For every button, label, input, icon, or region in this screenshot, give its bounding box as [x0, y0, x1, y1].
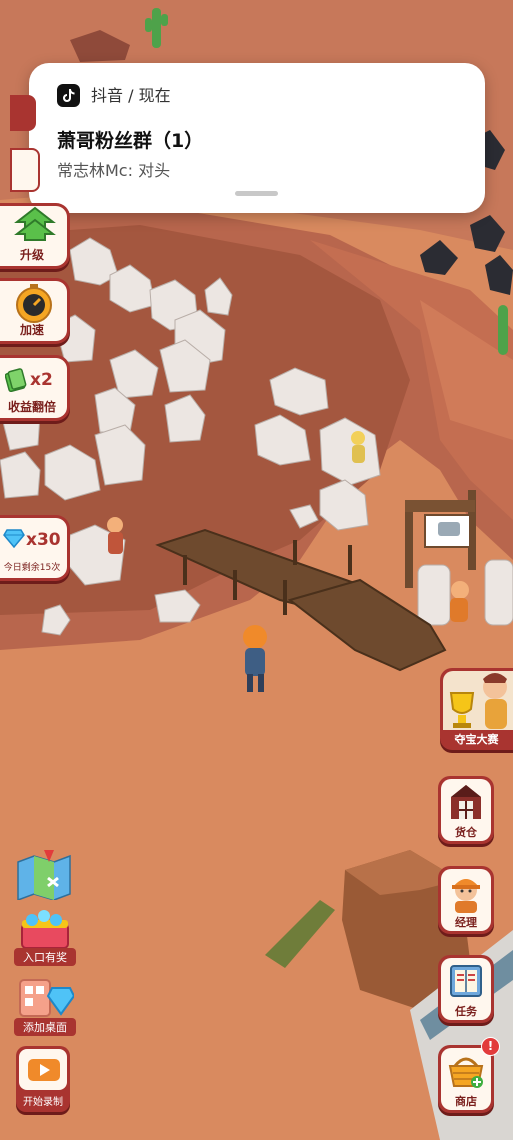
warehouse-label: 货仓	[455, 826, 477, 839]
barn-icon	[451, 785, 481, 819]
trophy-icon	[449, 673, 507, 729]
manager-label: 经理	[455, 916, 477, 929]
record-video-icon	[28, 1059, 60, 1081]
worker-icon	[452, 879, 480, 913]
fullscreen-partial-button[interactable]	[10, 148, 40, 192]
upgrade-arrow-icon	[14, 206, 56, 241]
start-recording-label: 开始录制	[23, 1097, 63, 1108]
stopwatch-icon	[16, 284, 52, 323]
speed-up-label: 加速	[19, 323, 44, 337]
speed-up-button[interactable]: 加速	[0, 278, 70, 344]
map-icon	[17, 850, 71, 902]
diamond-bonus-button[interactable]: x30 今日剩余15次	[0, 515, 70, 581]
income-double-label: 收益翻倍	[7, 400, 56, 414]
gift-gems-icon	[21, 910, 69, 949]
basket-icon	[448, 1057, 484, 1088]
notification-drag-handle[interactable]	[235, 191, 278, 196]
upgrade-button[interactable]: 升级	[0, 203, 70, 269]
notification-source: 抖音 / 现在	[91, 86, 171, 105]
map-button[interactable]	[14, 848, 76, 904]
shop-label: 商店	[455, 1095, 477, 1108]
treasure-contest-button[interactable]: 夺宝大赛	[440, 668, 513, 750]
shop-alert-badge: !	[481, 1037, 500, 1056]
upgrade-label: 升级	[19, 248, 44, 262]
income-double-button[interactable]: x2 收益翻倍	[0, 355, 70, 421]
notification-message: 常志林Mc: 对头	[57, 161, 171, 180]
task-button[interactable]: 任务	[438, 955, 494, 1023]
add-to-desktop-button[interactable]: 添加桌面	[14, 978, 76, 1036]
start-recording-button[interactable]: 开始录制	[16, 1046, 70, 1112]
manager-button[interactable]: 经理	[438, 866, 494, 934]
add-desktop-icon	[19, 979, 74, 1017]
notification-title: 萧哥粉丝群（1）	[57, 130, 204, 152]
warehouse-button[interactable]: 货仓	[438, 776, 494, 844]
entry-reward-button[interactable]: 入口有奖	[14, 910, 76, 966]
add-to-desktop-label: 添加桌面	[14, 1018, 76, 1036]
income-multiplier: x2	[30, 370, 53, 390]
tiktok-icon	[57, 84, 80, 107]
task-label: 任务	[455, 1005, 477, 1018]
notification-card[interactable]: 抖音 / 现在 萧哥粉丝群（1） 常志林Mc: 对头	[29, 63, 485, 213]
cash-icon	[5, 368, 27, 392]
side-menu-partial-button[interactable]	[10, 95, 36, 131]
task-book-icon	[450, 965, 482, 997]
treasure-contest-label: 夺宝大赛	[454, 733, 499, 746]
diamond-icon	[3, 529, 25, 548]
entry-reward-label: 入口有奖	[14, 948, 76, 966]
diamond-multiplier: x30	[26, 530, 61, 550]
shop-button[interactable]: 商店 !	[438, 1037, 500, 1113]
diamond-remaining-text: 今日剩余15次	[3, 563, 61, 573]
